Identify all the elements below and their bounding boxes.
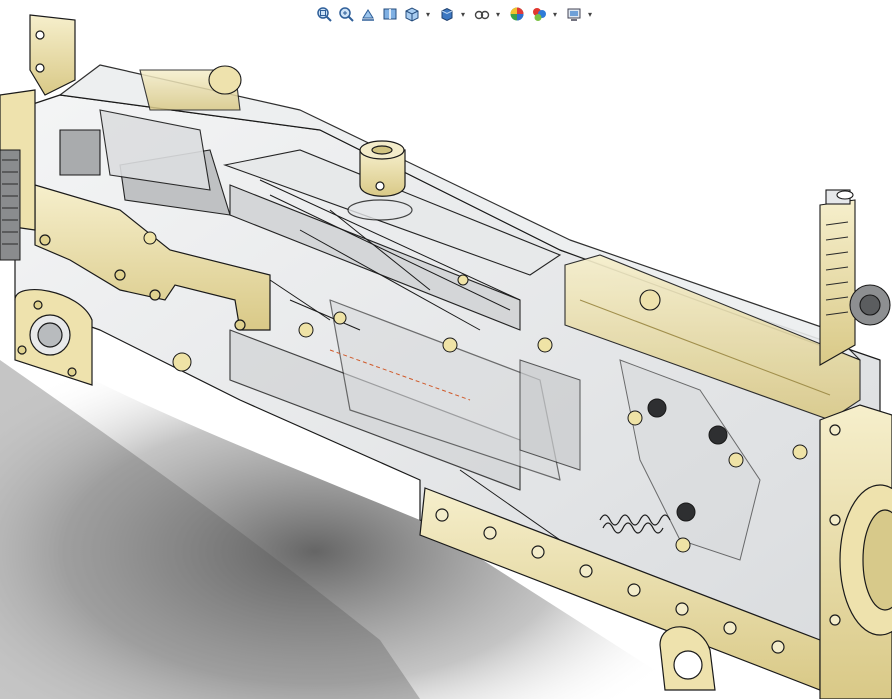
chevron-down-icon[interactable]: ▾	[459, 4, 467, 24]
view-orientation-icon	[405, 7, 419, 22]
previous-view-icon	[362, 9, 374, 21]
zoom-to-area-button[interactable]	[336, 4, 356, 24]
zoom-to-area-icon	[339, 7, 354, 22]
apply-scene-button[interactable]	[529, 4, 549, 24]
edit-appearance-icon	[510, 7, 524, 21]
chevron-down-icon[interactable]: ▾	[551, 4, 559, 24]
right-end-block[interactable]	[819, 404, 892, 699]
view-settings-icon	[567, 8, 581, 21]
edit-appearance-button[interactable]	[507, 4, 527, 24]
view-orientation-button[interactable]	[402, 4, 422, 24]
chevron-down-icon[interactable]: ▾	[494, 4, 502, 24]
cad-model-viewport[interactable]	[0, 0, 892, 699]
rear-sight[interactable]	[819, 189, 891, 366]
knurled-knob-left[interactable]	[0, 149, 21, 261]
section-view-button[interactable]	[380, 4, 400, 24]
hide-show-items-button[interactable]	[472, 4, 492, 24]
zoom-to-fit-icon	[317, 7, 332, 22]
chevron-down-icon[interactable]: ▾	[586, 4, 594, 24]
display-style-icon	[441, 7, 453, 22]
zoom-to-fit-button[interactable]	[314, 4, 334, 24]
section-view-icon	[383, 8, 397, 20]
display-style-button[interactable]	[437, 4, 457, 24]
chevron-down-icon[interactable]: ▾	[424, 4, 432, 24]
hide-show-items-icon	[474, 10, 490, 20]
view-settings-button[interactable]	[564, 4, 584, 24]
heads-up-view-toolbar: ▾ ▾ ▾ ▾ ▾	[312, 2, 599, 26]
previous-view-button[interactable]	[358, 4, 378, 24]
apply-scene-icon	[533, 8, 546, 21]
